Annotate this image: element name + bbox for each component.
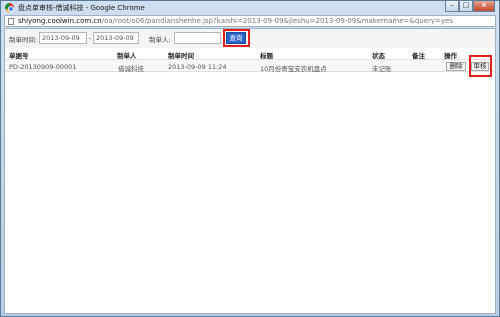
page-content: 制单时间: 2013-09-09 - 2013-09-09 制单人: 查询 单据… xyxy=(4,28,496,314)
window-controls: – □ × xyxy=(445,1,495,12)
chrome-icon xyxy=(5,3,14,12)
close-button[interactable]: × xyxy=(473,1,495,12)
address-bar[interactable]: shiyong.coolwin.com.cn/oa/root/o06/pandi… xyxy=(4,15,496,27)
delete-button[interactable]: 删除 xyxy=(446,62,466,71)
maker-input[interactable] xyxy=(174,32,221,44)
date-label: 制单时间: xyxy=(9,36,38,44)
maker-label: 制单人: xyxy=(149,36,171,44)
url-path: /oa/root/o06/pandianshenhe.jsp?kaishi=20… xyxy=(101,17,454,25)
url-host: shiyong.coolwin.com.cn xyxy=(18,17,102,25)
date-separator: - xyxy=(89,34,92,42)
window-title: 盘点单审核-借诚科技 - Google Chrome xyxy=(18,4,145,12)
url-text: shiyong.coolwin.com.cn/oa/root/o06/pandi… xyxy=(18,17,453,25)
minimize-button[interactable]: – xyxy=(445,1,459,12)
start-date-input[interactable]: 2013-09-09 xyxy=(39,32,87,44)
search-bar: 制单时间: 2013-09-09 - 2013-09-09 制单人: 查询 xyxy=(5,29,495,48)
title-bar: 盘点单审核-借诚科技 - Google Chrome – □ × xyxy=(1,1,499,15)
cell-title: 10月份寄宝支农机盘点 xyxy=(260,65,327,73)
cell-time: 2013-09-09 11:24 xyxy=(168,63,227,71)
browser-window: 盘点单审核-借诚科技 - Google Chrome – □ × shiyong… xyxy=(0,0,500,317)
cell-status: 未记账 xyxy=(372,65,392,73)
page-icon xyxy=(8,18,14,25)
maximize-button[interactable]: □ xyxy=(459,1,473,12)
table-header: 单据号 制单人 制单时间 标题 状态 备注 操作 xyxy=(5,49,495,60)
end-date-input[interactable]: 2013-09-09 xyxy=(93,32,139,44)
audit-highlight-box xyxy=(469,55,492,77)
cell-doc-no: PD-20130909-00001 xyxy=(9,63,77,71)
query-highlight-box xyxy=(223,29,250,47)
cell-maker: 借诚科技 xyxy=(118,65,144,73)
table-row: PD-20130909-00001 借诚科技 2013-09-09 11:24 … xyxy=(5,59,495,73)
